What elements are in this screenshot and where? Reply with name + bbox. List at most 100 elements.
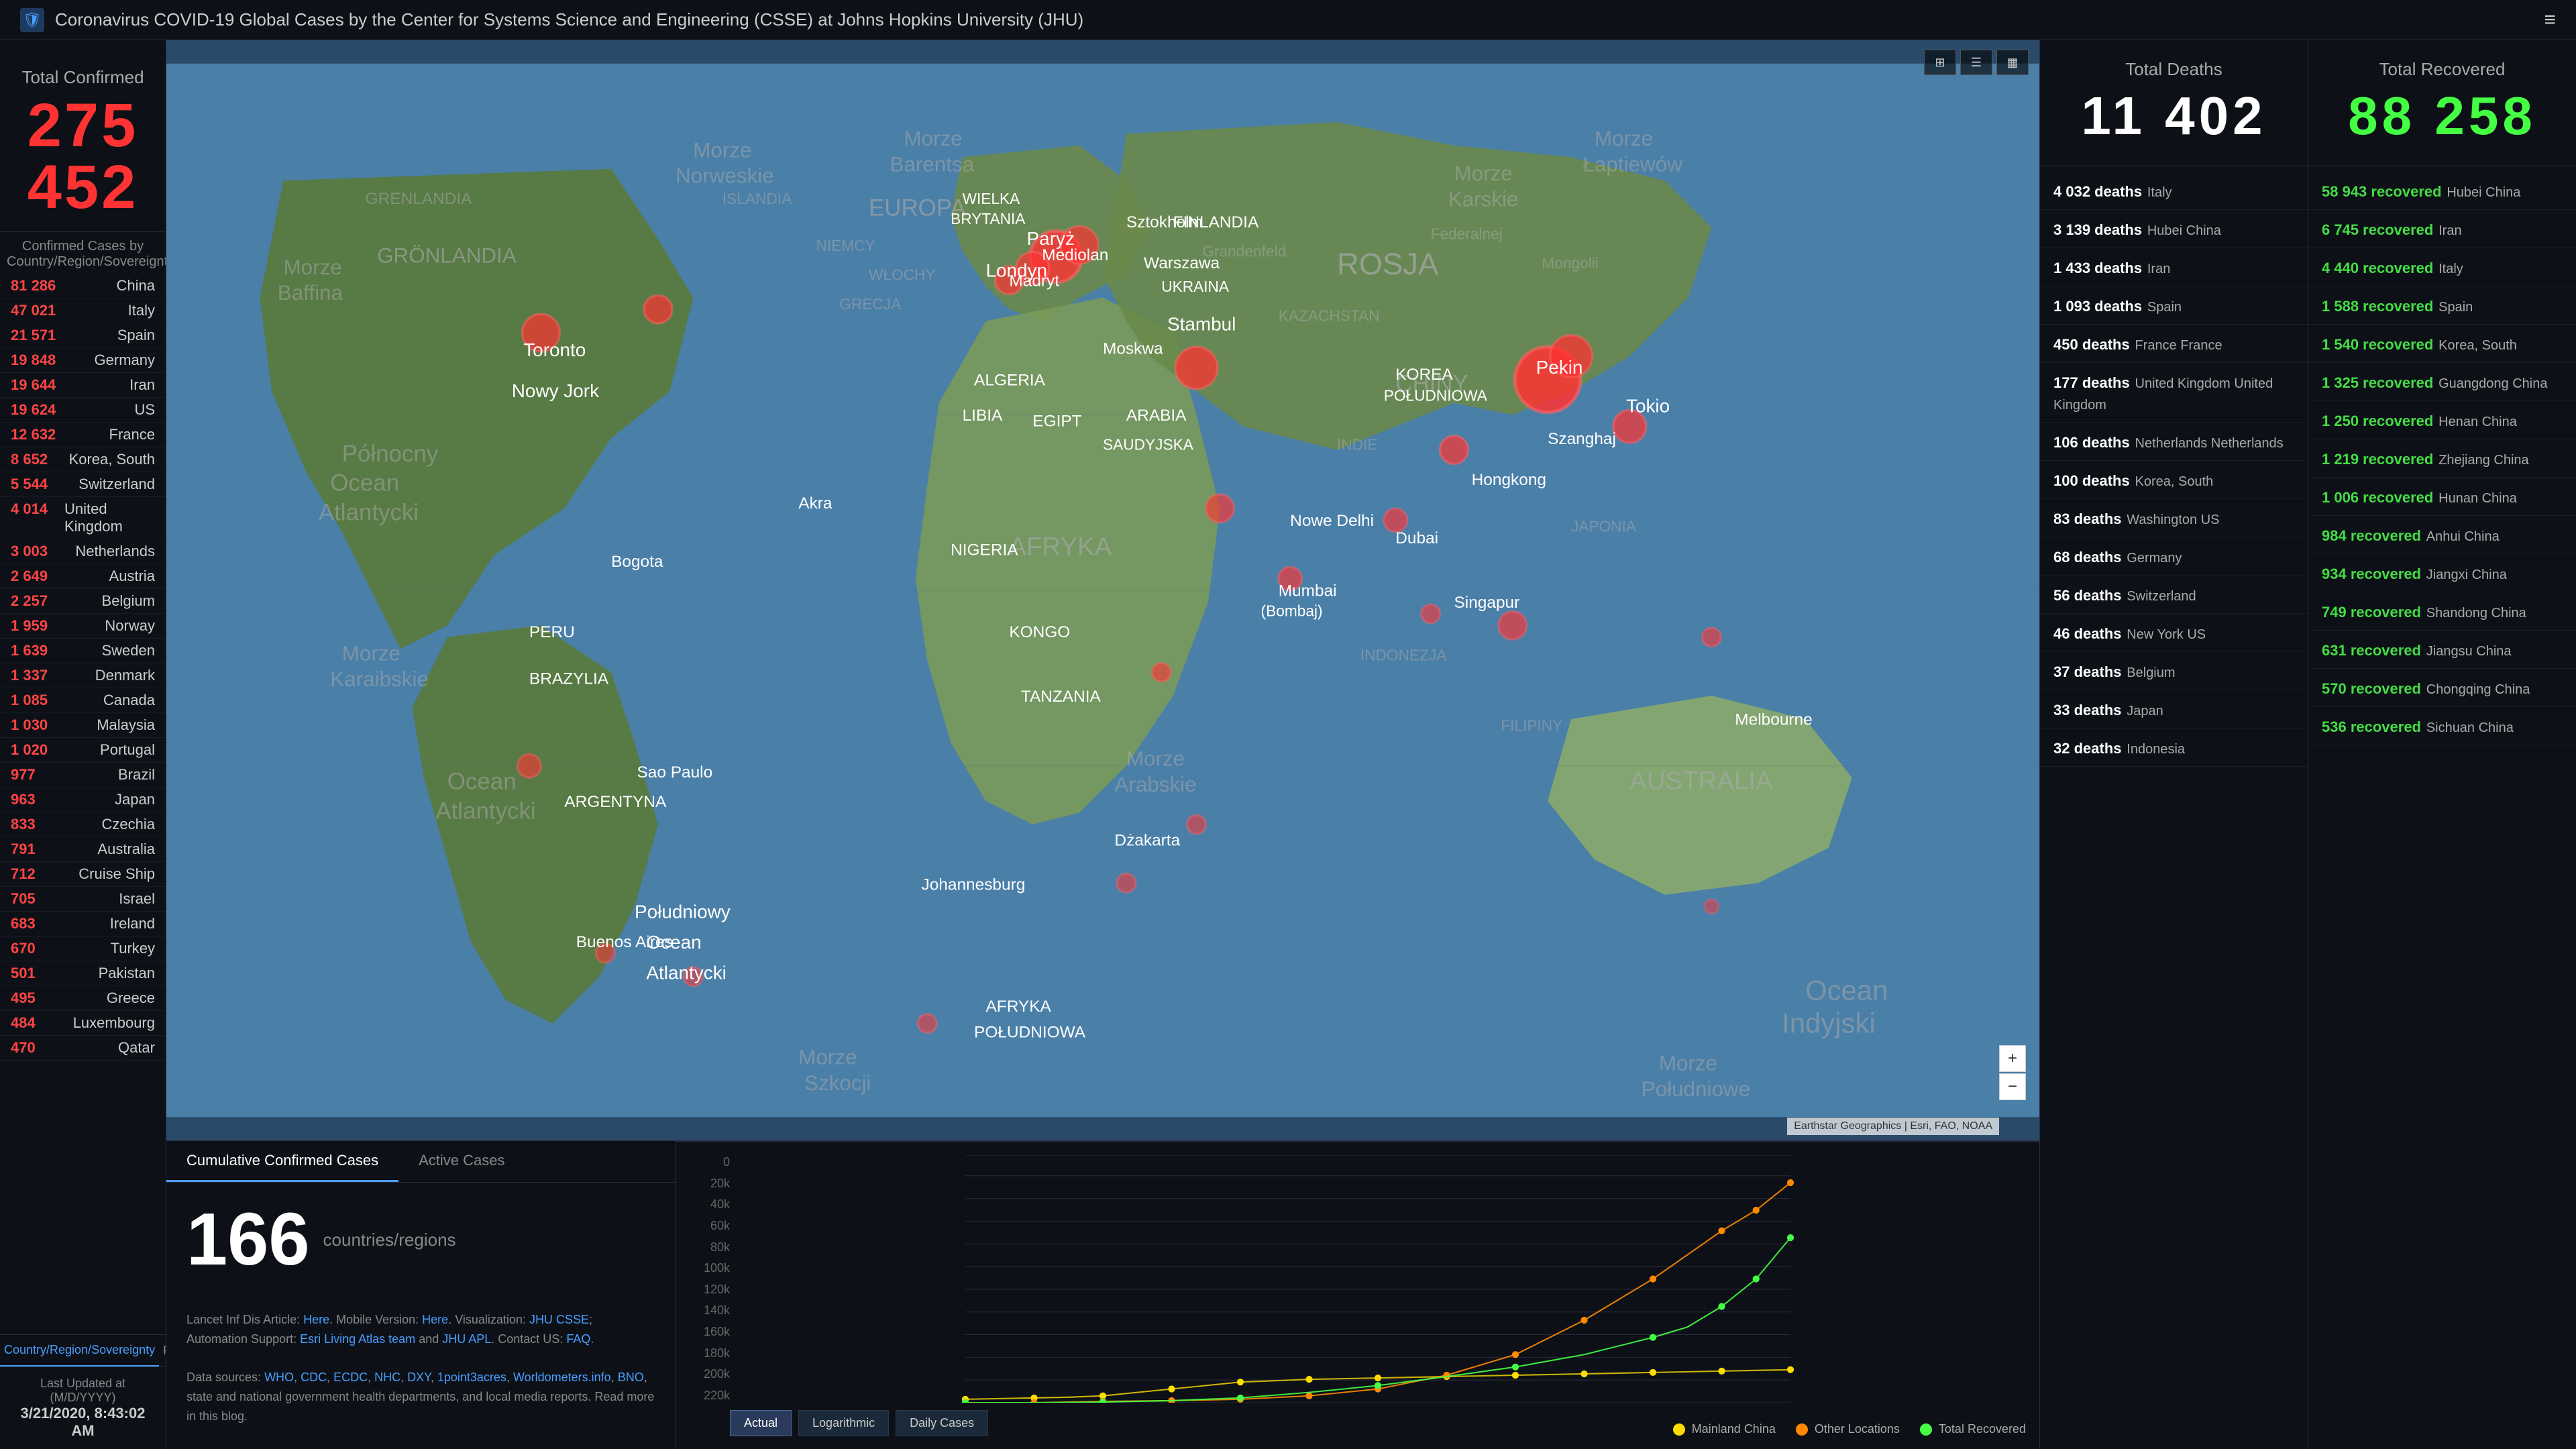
list-item[interactable]: 21 571Spain — [0, 323, 166, 348]
map-container[interactable]: GRÖNLANDIA EUROPA ROSJA CHINY AFRYKA AUS… — [166, 40, 2039, 1140]
list-item[interactable]: 570 recovered Chongqing China — [2308, 669, 2576, 707]
list-item[interactable]: 37 deaths Belgium — [2040, 652, 2308, 690]
list-item[interactable]: 8 652Korea, South — [0, 447, 166, 472]
list-item[interactable]: 58 943 recovered Hubei China — [2308, 172, 2576, 210]
chart-btn-daily-cases[interactable]: Daily Cases — [896, 1410, 988, 1436]
list-item[interactable]: 470Qatar — [0, 1036, 166, 1061]
list-item[interactable]: 450 deaths France France — [2040, 325, 2308, 363]
zoom-in-button[interactable]: + — [1999, 1045, 2026, 1072]
list-item[interactable]: 47 021Italy — [0, 299, 166, 323]
list-item[interactable]: 683Ireland — [0, 912, 166, 936]
list-item[interactable]: 631 recovered Jiangsu China — [2308, 631, 2576, 669]
menu-icon[interactable]: ≡ — [2544, 9, 2556, 32]
list-item[interactable]: 19 644Iran — [0, 373, 166, 398]
list-item[interactable]: 4 440 recovered Italy — [2308, 248, 2576, 286]
svg-text:POŁUDNIOWA: POŁUDNIOWA — [974, 1024, 1086, 1042]
list-item[interactable]: 749 recovered Shandong China — [2308, 592, 2576, 631]
stat-count: 984 recovered — [2322, 527, 2421, 544]
list-item[interactable]: 791Australia — [0, 837, 166, 862]
stat-location: Washington US — [2127, 513, 2219, 527]
country-count: 501 — [11, 965, 64, 982]
list-item[interactable]: 1 006 recovered Hunan China — [2308, 478, 2576, 516]
list-item[interactable]: 177 deaths United Kingdom United Kingdom — [2040, 363, 2308, 423]
list-item[interactable]: 56 deaths Switzerland — [2040, 576, 2308, 614]
list-item[interactable]: 1 433 deaths Iran — [2040, 248, 2308, 286]
list-item[interactable]: 1 588 recovered Spain — [2308, 286, 2576, 325]
tab-country-region[interactable]: Country/Region/Sovereignty — [0, 1335, 159, 1366]
list-item[interactable]: 963Japan — [0, 788, 166, 812]
layer-btn-grid[interactable]: ▦ — [1996, 50, 2029, 75]
svg-text:Nowe Delhi: Nowe Delhi — [1290, 512, 1374, 530]
list-item[interactable]: 1 325 recovered Guangdong China — [2308, 363, 2576, 401]
list-item[interactable]: 1 250 recovered Henan China — [2308, 401, 2576, 439]
layer-btn-list[interactable]: ☰ — [1960, 50, 1992, 75]
country-name: Denmark — [95, 667, 155, 684]
list-item[interactable]: 501Pakistan — [0, 961, 166, 986]
tab-province-state[interactable]: Province/State/Dependency — [159, 1335, 166, 1366]
legend-other-locations: Other Locations — [1796, 1422, 1900, 1436]
svg-text:Akra: Akra — [798, 494, 833, 513]
list-item[interactable]: 984 recovered Anhui China — [2308, 516, 2576, 554]
list-item[interactable]: 4 014United Kingdom — [0, 497, 166, 539]
list-item[interactable]: 106 deaths Netherlands Netherlands — [2040, 423, 2308, 461]
list-item[interactable]: 1 219 recovered Zhejiang China — [2308, 439, 2576, 478]
svg-text:Moskwa: Moskwa — [1103, 340, 1163, 358]
list-item[interactable]: 3 139 deaths Hubei China — [2040, 210, 2308, 248]
list-item[interactable]: 1 639Sweden — [0, 639, 166, 663]
svg-text:Karskie: Karskie — [1448, 188, 1519, 211]
list-item[interactable]: 670Turkey — [0, 936, 166, 961]
chart-btn-logarithmic[interactable]: Logarithmic — [798, 1410, 889, 1436]
list-item[interactable]: 33 deaths Japan — [2040, 690, 2308, 729]
list-item[interactable]: 81 286China — [0, 274, 166, 299]
svg-text:Toronto: Toronto — [523, 339, 586, 360]
legend-label-other: Other Locations — [1815, 1422, 1900, 1436]
tab-active-cases[interactable]: Active Cases — [398, 1141, 525, 1182]
country-name: Czechia — [102, 816, 155, 833]
list-item[interactable]: 1 337Denmark — [0, 663, 166, 688]
list-item[interactable]: 12 632France — [0, 423, 166, 447]
bottom-tabs: Country/Region/Sovereignty Province/Stat… — [0, 1334, 166, 1366]
shield-icon: 🛡 — [20, 8, 44, 32]
list-item[interactable]: 536 recovered Sichuan China — [2308, 707, 2576, 745]
svg-text:AUSTRALIA: AUSTRALIA — [1629, 767, 1773, 796]
list-item[interactable]: 495Greece — [0, 986, 166, 1011]
list-item[interactable]: 1 959Norway — [0, 614, 166, 639]
list-item[interactable]: 5 544Switzerland — [0, 472, 166, 497]
country-count: 81 286 — [11, 277, 64, 294]
country-name: Austria — [109, 568, 155, 585]
stat-location: Indonesia — [2127, 742, 2185, 757]
list-item[interactable]: 1 093 deaths Spain — [2040, 286, 2308, 325]
list-item[interactable]: 833Czechia — [0, 812, 166, 837]
list-item[interactable]: 934 recovered Jiangxi China — [2308, 554, 2576, 592]
list-item[interactable]: 32 deaths Indonesia — [2040, 729, 2308, 767]
list-item[interactable]: 1 030Malaysia — [0, 713, 166, 738]
list-item[interactable]: 712Cruise Ship — [0, 862, 166, 887]
list-item[interactable]: 2 257Belgium — [0, 589, 166, 614]
layer-btn-table[interactable]: ⊞ — [1924, 50, 1956, 75]
list-item[interactable]: 19 624US — [0, 398, 166, 423]
list-item[interactable]: 3 003Netherlands — [0, 539, 166, 564]
list-item[interactable]: 484Luxembourg — [0, 1011, 166, 1036]
list-item[interactable]: 6 745 recovered Iran — [2308, 210, 2576, 248]
list-item[interactable]: 4 032 deaths Italy — [2040, 172, 2308, 210]
list-item[interactable]: 2 649Austria — [0, 564, 166, 589]
list-item[interactable]: 705Israel — [0, 887, 166, 912]
list-item[interactable]: 46 deaths New York US — [2040, 614, 2308, 652]
list-item[interactable]: 68 deaths Germany — [2040, 537, 2308, 576]
list-item[interactable]: 1 020Portugal — [0, 738, 166, 763]
tab-cumulative-confirmed[interactable]: Cumulative Confirmed Cases — [166, 1141, 398, 1182]
stat-count: 1 588 recovered — [2322, 298, 2433, 315]
total-confirmed-block: Total Confirmed 275 452 — [0, 40, 166, 231]
svg-text:Sao Paulo: Sao Paulo — [637, 763, 712, 782]
list-item[interactable]: 977Brazil — [0, 763, 166, 788]
country-count: 19 644 — [11, 376, 64, 394]
list-item[interactable]: 19 848Germany — [0, 348, 166, 373]
zoom-out-button[interactable]: − — [1999, 1073, 2026, 1100]
list-item[interactable]: 83 deaths Washington US — [2040, 499, 2308, 537]
chart-btn-actual[interactable]: Actual — [730, 1410, 792, 1436]
list-item[interactable]: 1 540 recovered Korea, South — [2308, 325, 2576, 363]
deaths-title: Total Deaths — [2060, 59, 2288, 80]
list-item[interactable]: 1 085Canada — [0, 688, 166, 713]
list-item[interactable]: 100 deaths Korea, South — [2040, 461, 2308, 499]
legend-dot-mainland — [1673, 1424, 1685, 1436]
